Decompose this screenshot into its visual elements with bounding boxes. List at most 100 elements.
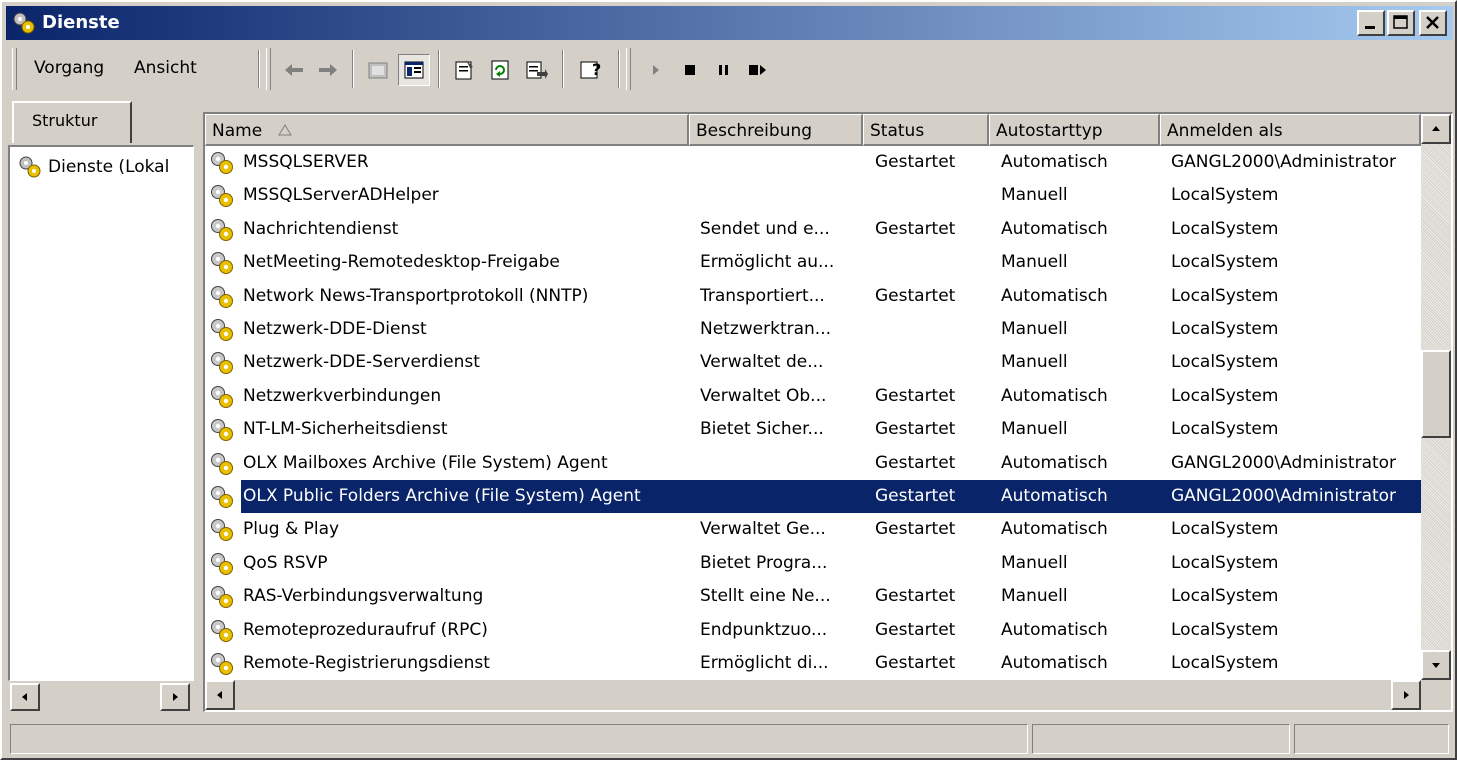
scroll-down-button[interactable] xyxy=(1421,650,1451,680)
scroll-right-button[interactable] xyxy=(1391,680,1421,710)
table-row[interactable]: MSSQLServerADHelper Manuell LocalSystem xyxy=(205,179,1421,212)
cell-desc: Transportiert... xyxy=(700,285,825,306)
tree-view[interactable]: Dienste (Lokal xyxy=(8,145,194,681)
column-header-name[interactable]: Name xyxy=(205,114,689,146)
cell-status: Gestartet xyxy=(875,452,956,473)
tree-item-dienste[interactable]: Dienste (Lokal xyxy=(18,155,169,179)
up-level-button[interactable] xyxy=(362,54,394,86)
toolbar-grip[interactable] xyxy=(266,48,271,90)
tree-scroll-right-button[interactable] xyxy=(160,683,190,711)
refresh-button[interactable] xyxy=(484,54,516,86)
tree-scroll-left-button[interactable] xyxy=(10,683,40,711)
column-header-status[interactable]: Status xyxy=(863,114,989,146)
horizontal-scrollbar[interactable] xyxy=(205,680,1421,710)
arrow-right-icon xyxy=(173,693,178,701)
cell-logon: LocalSystem xyxy=(1171,218,1279,239)
stop-service-button[interactable] xyxy=(674,54,706,86)
cell-start: Manuell xyxy=(1001,352,1068,373)
table-row[interactable]: Plug & Play Verwaltet Ge... Gestartet Autom… xyxy=(205,513,1421,546)
table-row[interactable]: NT-LM-Sicherheitsdienst Bietet Sicher... G… xyxy=(205,413,1421,446)
service-gear-icon xyxy=(211,319,233,341)
start-service-button[interactable] xyxy=(640,54,672,86)
forward-button[interactable] xyxy=(312,54,344,86)
services-gear-icon xyxy=(13,12,35,34)
service-gear-icon xyxy=(211,252,233,275)
maximize-button[interactable] xyxy=(1387,10,1415,36)
services-list[interactable]: Name Beschreibung Status Autostarttyp An… xyxy=(203,112,1453,712)
restart-service-button[interactable] xyxy=(742,54,774,86)
table-row[interactable]: Netzwerkverbindungen Verwaltet Ob... Gesta… xyxy=(205,380,1421,413)
scroll-up-button[interactable] xyxy=(1421,114,1451,144)
cell-status: Gestartet xyxy=(875,152,956,172)
column-header-beschreibung[interactable]: Beschreibung xyxy=(689,114,863,146)
cell-name: OLX Mailboxes Archive (File System) Agen… xyxy=(243,452,608,473)
service-gear-icon xyxy=(211,152,233,174)
cell-name: NetMeeting-Remotedesktop-Freigabe xyxy=(243,252,560,273)
cell-name: RAS-Verbindungsverwaltung xyxy=(243,586,484,607)
window-controls xyxy=(1357,10,1449,36)
cell-desc: Stellt eine Ne... xyxy=(700,586,831,607)
title-bar[interactable]: Dienste xyxy=(6,6,1453,40)
cell-logon: LocalSystem xyxy=(1171,419,1279,440)
service-gear-icon xyxy=(211,385,233,408)
table-row[interactable]: QoS RSVP Bietet Progra... Manuell LocalSyst… xyxy=(205,547,1421,580)
scroll-left-button[interactable] xyxy=(205,680,235,710)
service-gear-icon xyxy=(211,552,233,575)
table-row[interactable]: OLX Mailboxes Archive (File System) Agen… xyxy=(205,447,1421,480)
table-row[interactable]: NetMeeting-Remotedesktop-Freigabe Ermögli… xyxy=(205,246,1421,279)
pause-service-button[interactable] xyxy=(708,54,740,86)
cell-name: Netzwerk-DDE-Serverdienst xyxy=(243,352,480,373)
minimize-button[interactable] xyxy=(1357,10,1385,36)
tree-item-label: Dienste (Lokal xyxy=(48,157,170,177)
toolbar: Vorgang Ansicht ? xyxy=(6,44,1453,96)
table-row[interactable]: OLX Public Folders Archive (File System)… xyxy=(205,480,1421,513)
menu-ansicht[interactable]: Ansicht xyxy=(134,58,197,78)
cell-name: Remote-Registrierungsdienst xyxy=(243,653,490,673)
cell-status: Gestartet xyxy=(875,653,956,673)
tab-struktur[interactable]: Struktur xyxy=(12,101,132,143)
cell-start: Manuell xyxy=(1001,586,1068,607)
table-row[interactable]: RAS-Verbindungsverwaltung Stellt eine Ne.… xyxy=(205,580,1421,613)
up-level-icon xyxy=(368,62,388,79)
show-hide-tree-button[interactable] xyxy=(398,54,430,86)
service-gear-icon xyxy=(211,519,233,542)
cell-name: Plug & Play xyxy=(243,519,340,540)
service-gear-icon xyxy=(211,352,233,375)
service-gear-icon xyxy=(211,586,233,609)
status-bar xyxy=(6,722,1453,756)
cell-status: Gestartet xyxy=(875,419,956,440)
column-header-autostarttyp[interactable]: Autostarttyp xyxy=(989,114,1160,146)
column-header-label: Beschreibung xyxy=(696,121,813,141)
refresh-icon xyxy=(491,60,509,80)
cell-logon: LocalSystem xyxy=(1171,285,1279,306)
table-row[interactable]: Netzwerk-DDE-Dienst Netzwerktran... Manuel… xyxy=(205,313,1421,346)
vertical-scrollbar[interactable] xyxy=(1421,114,1451,680)
properties-button[interactable] xyxy=(448,54,480,86)
table-row[interactable]: Nachrichtendienst Sendet und e... Gestarte… xyxy=(205,213,1421,246)
svg-text:?: ? xyxy=(592,60,601,79)
menu-grip[interactable] xyxy=(12,48,17,90)
table-row[interactable]: Netzwerk-DDE-Serverdienst Verwaltet de...… xyxy=(205,346,1421,379)
export-list-button[interactable] xyxy=(520,54,552,86)
service-gear-icon xyxy=(211,486,233,508)
toolbar-grip[interactable] xyxy=(626,48,631,90)
toolbar-separator xyxy=(618,50,620,88)
column-header-anmelden-als[interactable]: Anmelden als xyxy=(1160,114,1421,146)
table-row[interactable]: MSSQLSERVER Gestartet Automatisch GANGL2000… xyxy=(205,146,1421,179)
cell-start: Automatisch xyxy=(1001,486,1108,506)
arrow-left-icon xyxy=(22,693,27,701)
scrollbar-corner xyxy=(1421,680,1451,710)
table-row[interactable]: Remote-Registrierungsdienst Ermöglicht di… xyxy=(205,647,1421,680)
help-button[interactable]: ? xyxy=(574,54,606,86)
close-button[interactable] xyxy=(1419,10,1447,36)
services-window: Dienste Vorgang Ansicht ? Struktur Diens… xyxy=(0,0,1457,760)
table-row[interactable]: Network News-Transportprotokoll (NNTP) Tr… xyxy=(205,280,1421,313)
cell-logon: LocalSystem xyxy=(1171,385,1279,406)
scroll-thumb[interactable] xyxy=(1421,350,1451,438)
menu-vorgang[interactable]: Vorgang xyxy=(34,58,104,78)
cell-status: Gestartet xyxy=(875,486,956,506)
tab-struktur-label: Struktur xyxy=(32,111,98,130)
table-row[interactable]: Remoteprozeduraufruf (RPC) Endpunktzuo...… xyxy=(205,614,1421,647)
cell-desc: Bietet Sicher... xyxy=(700,419,824,440)
back-button[interactable] xyxy=(278,54,310,86)
